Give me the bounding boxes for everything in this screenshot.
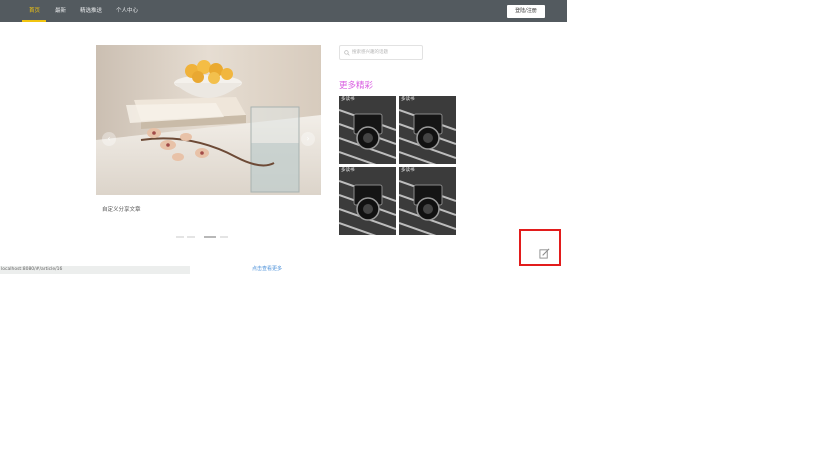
camera-image	[399, 96, 456, 164]
thumbnail-label: 多读书	[401, 97, 415, 102]
thumbnail-card[interactable]: 多读书	[399, 167, 456, 235]
nav-item-featured[interactable]: 精选推送	[80, 0, 102, 22]
thumbnail-label: 多读书	[401, 168, 415, 173]
nav-active-indicator	[22, 20, 46, 22]
top-navbar: 首页 最新 精选推送 个人中心 登陆/注册	[0, 0, 567, 22]
edit-icon[interactable]	[539, 248, 550, 259]
carousel-next-button[interactable]: ›	[301, 132, 315, 146]
view-more-link[interactable]: 点击查看更多	[252, 265, 282, 272]
thumbnail-label: 多读书	[341, 168, 355, 173]
thumbnail-card[interactable]: 多读书	[339, 167, 396, 235]
search-input[interactable]: 搜索感兴趣的话题	[339, 45, 423, 60]
carousel-prev-button[interactable]: ‹	[102, 132, 116, 146]
status-url: localhost:8080/#/article/16	[0, 266, 190, 274]
thumbnail-label: 多读书	[341, 97, 355, 102]
carousel-dot[interactable]	[176, 236, 184, 238]
nav-item-latest[interactable]: 最新	[55, 0, 66, 22]
thumbnail-card[interactable]: 多读书	[339, 96, 396, 164]
camera-image	[339, 167, 396, 235]
camera-image	[339, 96, 396, 164]
search-icon	[344, 50, 350, 56]
nav-item-profile[interactable]: 个人中心	[116, 0, 138, 22]
login-register-button[interactable]: 登陆/注册	[507, 5, 545, 18]
carousel[interactable]: ‹ ›	[96, 45, 321, 195]
more-section-title: 更多精彩	[339, 81, 374, 91]
nav-item-home[interactable]: 首页	[29, 0, 40, 22]
carousel-dot[interactable]	[220, 236, 228, 238]
thumbnail-card[interactable]: 多读书	[399, 96, 456, 164]
search-placeholder: 搜索感兴趣的话题	[352, 50, 388, 55]
carousel-dot[interactable]	[187, 236, 195, 238]
carousel-dot-active[interactable]	[204, 236, 216, 238]
carousel-caption[interactable]: 自定义分享文章	[102, 205, 141, 213]
camera-image	[399, 167, 456, 235]
carousel-slide-image	[96, 45, 321, 195]
